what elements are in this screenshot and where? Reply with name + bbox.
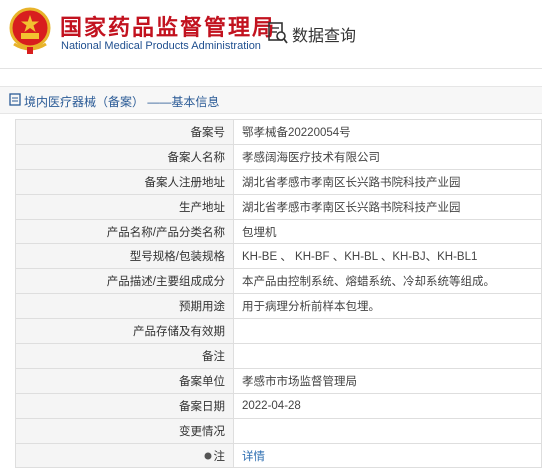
table-row: 备案人名称 孝感阔海医疗技术有限公司: [15, 143, 542, 170]
table-row: 预期用途 用于病理分析前样本包埋。: [15, 293, 542, 320]
site-title-english: National Medical Products Administration: [61, 40, 261, 52]
field-label: 预期用途: [15, 293, 234, 320]
field-value: 孝感市市场监督管理局: [233, 367, 542, 394]
field-label: 型号规格/包装规格: [15, 243, 234, 270]
field-value: 详情: [233, 442, 542, 469]
field-label: 变更情况: [15, 417, 234, 444]
document-icon: [9, 93, 21, 106]
field-label-text: 备案单位: [179, 375, 225, 388]
table-row: 产品名称/产品分类名称 包埋机: [15, 218, 542, 245]
table-row: 备案单位 孝感市市场监督管理局: [15, 367, 542, 394]
field-label: 产品存储及有效期: [15, 318, 234, 345]
field-value: 孝感阔海医疗技术有限公司: [233, 143, 542, 170]
site-title: 国家药品监督管理局: [60, 15, 277, 40]
field-label: 备案人名称: [15, 143, 234, 170]
table-row: 型号规格/包装规格 KH-BE 、 KH-BF 、KH-BL 、KH-BJ、KH-…: [15, 243, 542, 270]
site-header: 国家药品监督管理局 National Medical Products Admi…: [0, 0, 542, 69]
field-value-text: 孝感市市场监督管理局: [242, 375, 357, 388]
field-label: 备案号: [15, 119, 234, 145]
field-value-text: 2022-04-28: [242, 399, 301, 412]
field-label-text: 备案人名称: [167, 151, 226, 164]
document-search-icon: [268, 22, 288, 44]
field-value-text: 湖北省孝感市孝南区长兴路书院科技产业园: [242, 201, 461, 214]
field-label-text: 备案号: [190, 126, 226, 139]
field-value: KH-BE 、 KH-BF 、KH-BL 、KH-BJ、KH-BL1: [233, 243, 542, 270]
field-value: 2022-04-28: [233, 392, 542, 419]
data-query-title: 数据查询: [292, 28, 357, 45]
table-row: 注 详情: [15, 442, 542, 469]
field-label: 备案日期: [15, 392, 234, 419]
table-row: 备注: [15, 343, 542, 369]
field-label-text: 生产地址: [179, 201, 225, 214]
section-header: 境内医疗器械（备案） ——基本信息: [0, 86, 542, 114]
field-value-text: 湖北省孝感市孝南区长兴路书院科技产业园: [242, 176, 461, 189]
field-label: 产品名称/产品分类名称: [15, 218, 234, 245]
field-value: 湖北省孝感市孝南区长兴路书院科技产业园: [233, 168, 542, 195]
table-row: 备案号 鄂孝械备20220054号: [15, 119, 542, 145]
field-value-text: 本产品由控制系统、熔蜡系统、冷却系统等组成。: [242, 276, 495, 289]
field-value: 用于病理分析前样本包埋。: [233, 293, 542, 320]
field-label-text: 产品存储及有效期: [133, 326, 225, 339]
field-value-text: 包埋机: [242, 226, 277, 239]
field-value: [233, 318, 542, 345]
national-emblem-icon: [9, 7, 51, 54]
field-label-text: 产品描述/主要组成成分: [106, 276, 225, 289]
record-detail-table: 备案号 鄂孝械备20220054号备案人名称 孝感阔海医疗技术有限公司备案人注册地址…: [15, 119, 542, 469]
field-label-text: 预期用途: [179, 301, 225, 314]
table-row: 备案人注册地址 湖北省孝感市孝南区长兴路书院科技产业园: [15, 168, 542, 195]
field-value: [233, 417, 542, 444]
field-label: 备案人注册地址: [15, 168, 234, 195]
section-title: 境内医疗器械（备案） ——基本信息: [24, 95, 220, 109]
field-label: 生产地址: [15, 193, 234, 220]
table-row: 备案日期 2022-04-28: [15, 392, 542, 419]
details-link[interactable]: 详情: [242, 451, 265, 463]
field-value-text: 用于病理分析前样本包埋。: [242, 301, 380, 314]
field-value: 包埋机: [233, 218, 542, 245]
bullet-icon: [204, 452, 211, 460]
field-label-text: 产品名称/产品分类名称: [106, 226, 225, 239]
field-value: 鄂孝械备20220054号: [233, 119, 542, 145]
field-label-text: 变更情况: [179, 425, 225, 438]
table-row: 变更情况: [15, 417, 542, 444]
field-label: 备案单位: [15, 367, 234, 394]
table-row: 生产地址 湖北省孝感市孝南区长兴路书院科技产业园: [15, 193, 542, 220]
field-label-text: 备案人注册地址: [144, 176, 226, 189]
field-label-text: 备案日期: [179, 400, 225, 413]
field-label: 产品描述/主要组成成分: [15, 268, 234, 295]
field-label-text: 注: [213, 450, 226, 463]
field-value: 湖北省孝感市孝南区长兴路书院科技产业园: [233, 193, 542, 220]
field-label: 注: [15, 442, 234, 469]
field-value: 本产品由控制系统、熔蜡系统、冷却系统等组成。: [233, 268, 542, 295]
table-row: 产品描述/主要组成成分 本产品由控制系统、熔蜡系统、冷却系统等组成。: [15, 268, 542, 295]
field-label-text: 型号规格/包装规格: [129, 251, 225, 264]
field-value-text: KH-BE 、 KH-BF 、KH-BL 、KH-BJ、KH-BL1: [242, 251, 478, 264]
field-label: 备注: [15, 343, 234, 369]
table-row: 产品存储及有效期: [15, 318, 542, 345]
field-value-text: 孝感阔海医疗技术有限公司: [242, 151, 380, 164]
field-value-text: 鄂孝械备20220054号: [242, 126, 351, 139]
field-value: [233, 343, 542, 369]
field-label-text: 备注: [202, 350, 225, 363]
